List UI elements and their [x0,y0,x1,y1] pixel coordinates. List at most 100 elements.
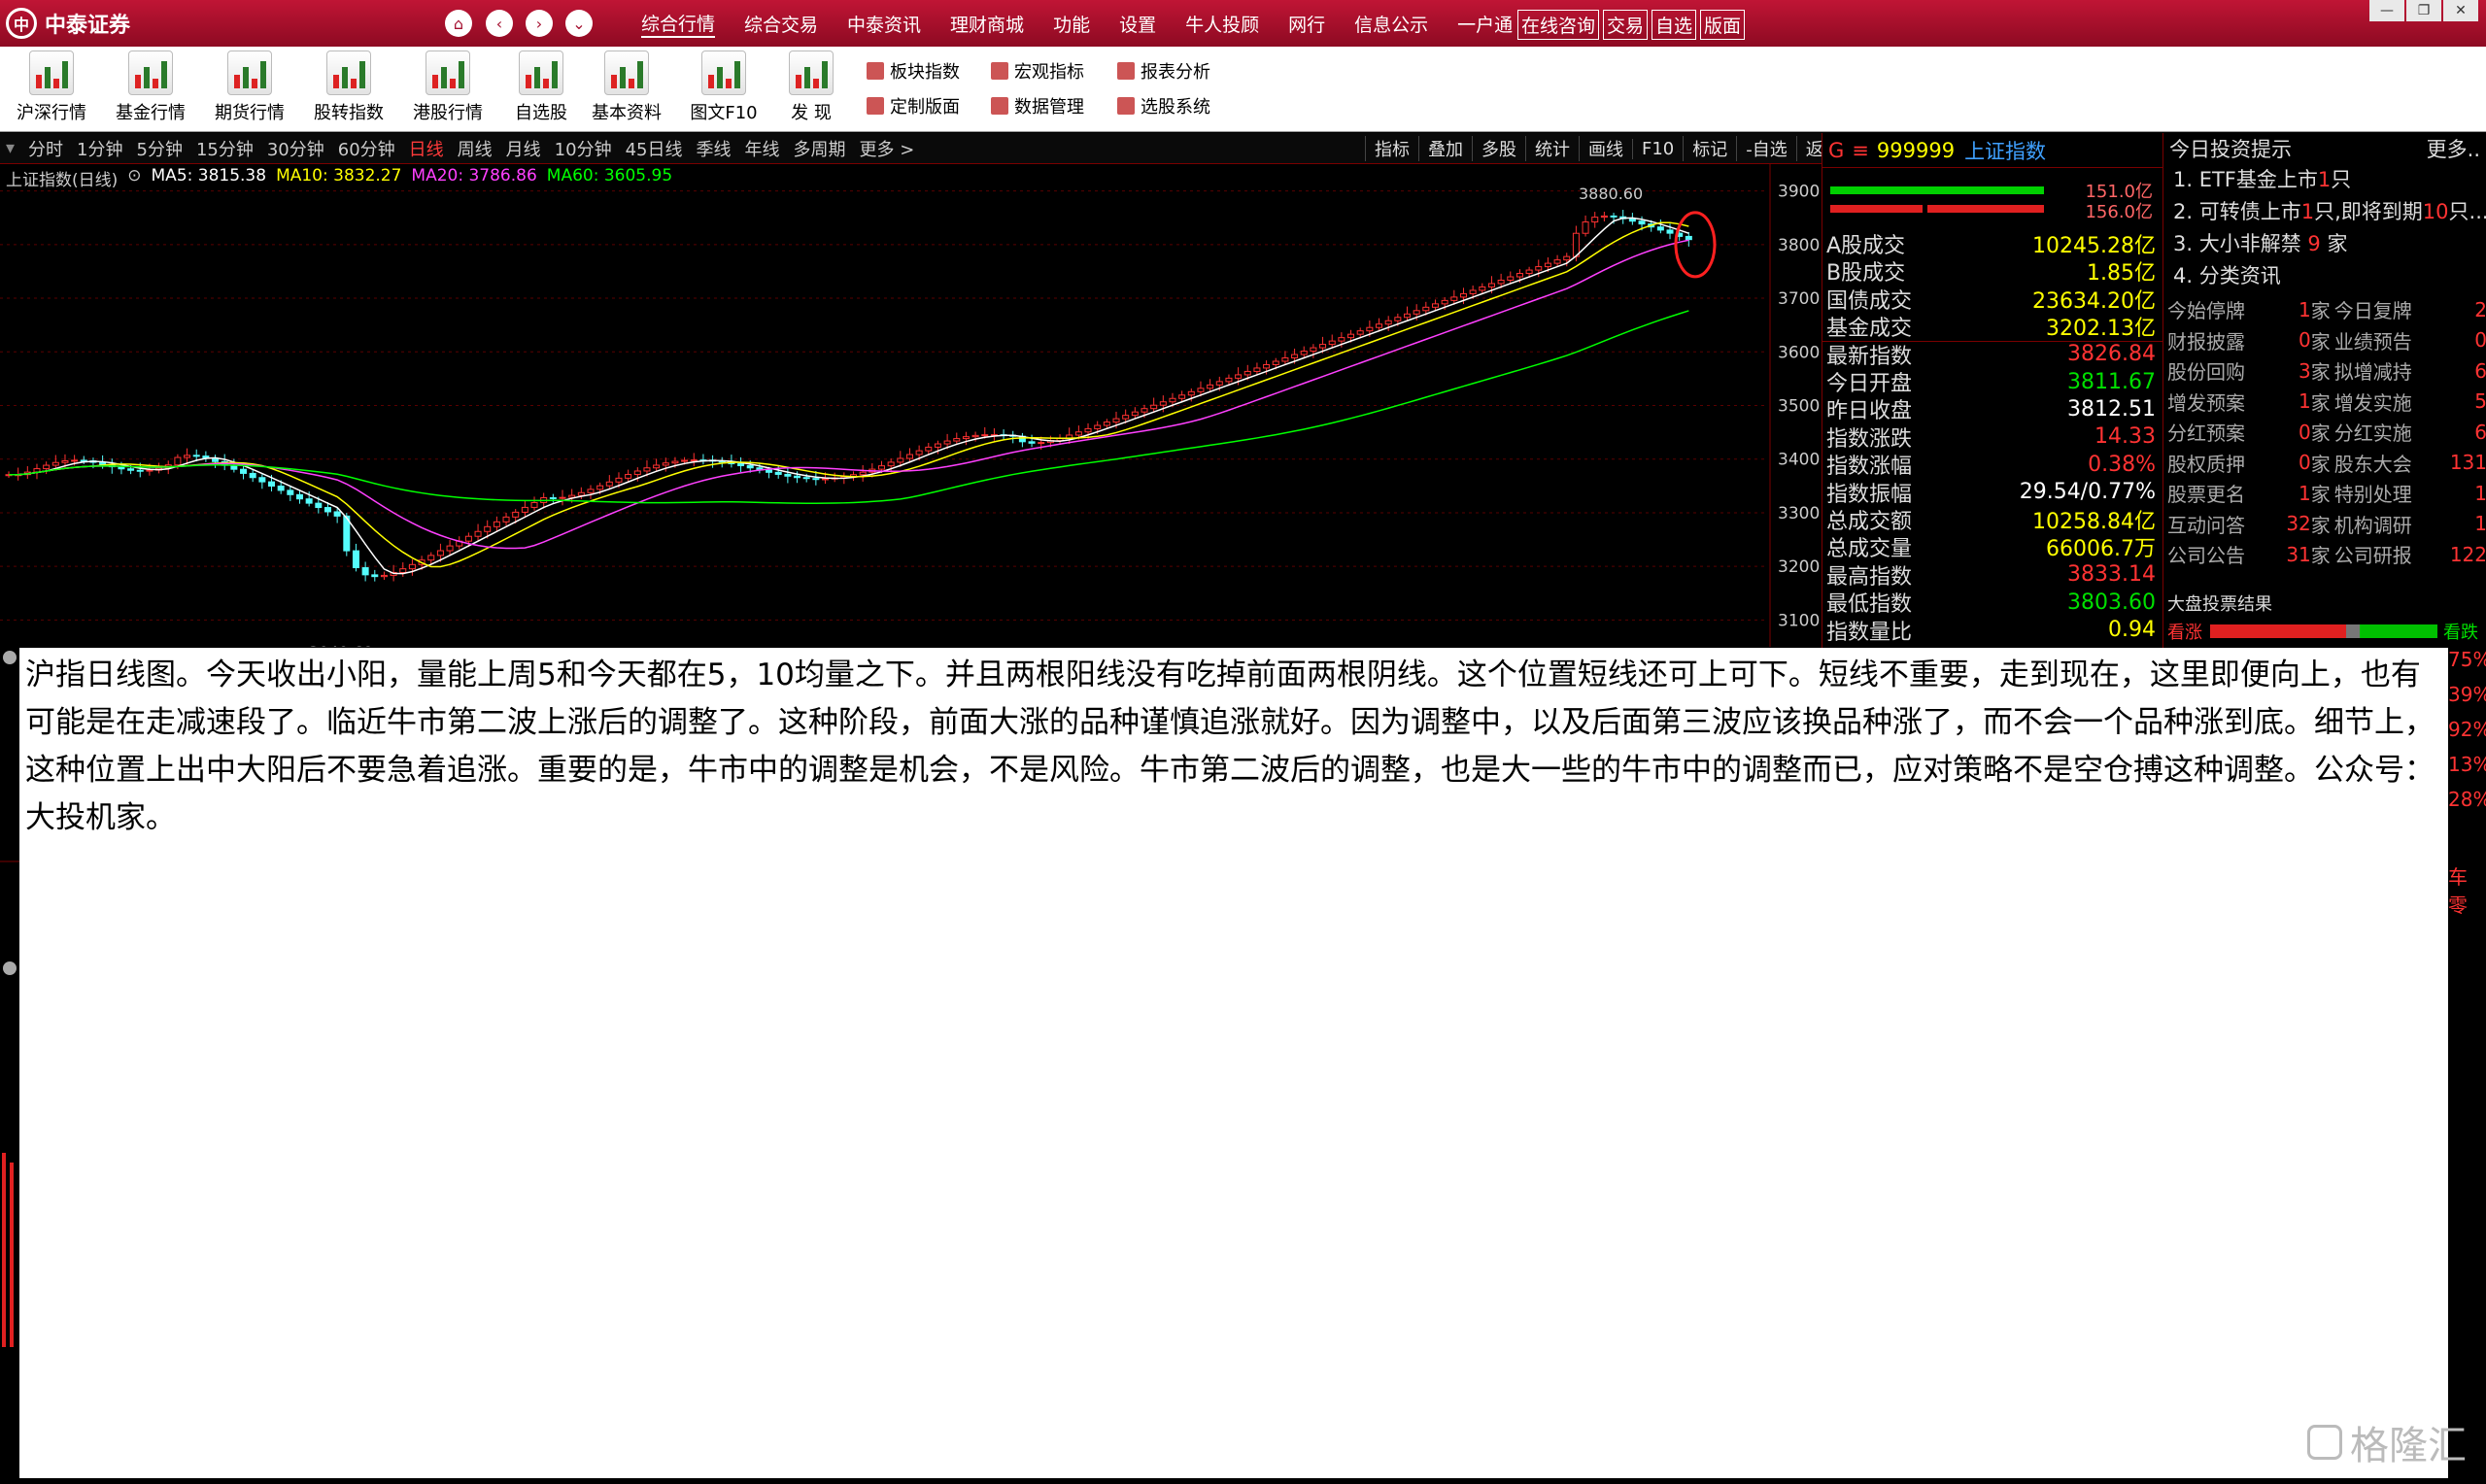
toolbar-item[interactable]: 自选股 [497,51,585,124]
quote-panel: G ≡ 999999 上证指数 151.0亿 156.0亿 A股成交10245.… [1822,133,2162,648]
toolbar-small-label: 定制版面 [890,93,960,118]
toolbar-chart-icon [701,51,746,95]
top-menu-item[interactable]: 综合行情 [641,10,715,38]
menu-icon[interactable]: ≡ [1852,139,1869,162]
quote-name: 上证指数 [1964,136,2046,165]
notice-row[interactable]: 公司公告31家公司研报122 [2163,539,2486,569]
period-tab[interactable]: 1分钟 [77,136,122,161]
toolbar-small-item[interactable]: 宏观指标 [991,58,1084,84]
toolbar-small-item[interactable]: 选股系统 [1117,93,1210,118]
period-tab[interactable]: 周线 [458,136,493,161]
notice-cell: 财报披露 [2163,326,2265,354]
notice-row[interactable]: 股权质押0家股东大会131 [2163,448,2486,478]
period-tab[interactable]: 更多 > [859,136,914,161]
notice-row[interactable]: 股份回购3家拟增减持6 [2163,355,2486,386]
period-tab[interactable]: 45日线 [626,136,683,161]
period-tab[interactable]: 15分钟 [196,136,254,161]
candle-body [175,457,181,465]
top-menu-item[interactable]: 理财商城 [950,11,1024,37]
toolbar-item[interactable]: 基本资料 [583,51,670,124]
home-icon[interactable]: ⌂ [445,10,472,37]
quick-button[interactable]: 在线咨询 [1517,10,1599,40]
toolbar-small-item[interactable]: 报表分析 [1117,58,1210,84]
toolbar-small-item[interactable]: 板块指数 [867,58,960,84]
news-item[interactable]: 2. 可转债上市1只,即将到期10只... [2163,196,2486,228]
toolbar-label: 自选股 [497,99,585,124]
notice-row[interactable]: 股票更名1家特别处理1 [2163,478,2486,508]
top-menu-item[interactable]: 一户通 [1457,11,1513,37]
candle-body [550,497,556,498]
news-text: 只,即将到期 [2314,200,2423,223]
notice-row[interactable]: 财报披露0家业绩预告0 [2163,325,2486,355]
top-menu-item[interactable]: 综合交易 [744,11,818,37]
quick-button[interactable]: 交易 [1603,10,1648,40]
period-tab[interactable]: 月线 [506,136,541,161]
quote-row-label: 最低指数 [1826,587,1912,618]
top-menu-item[interactable]: 设置 [1119,11,1156,37]
back-icon[interactable]: ‹ [486,10,513,37]
period-tab[interactable]: 日线 [409,136,444,161]
period-tab[interactable]: 5分钟 [137,136,183,161]
toolbar-item[interactable]: 发 现 [767,51,855,124]
settings-icon[interactable]: ⊙ [127,166,141,190]
notice-row[interactable]: 分红预案0家分红实施6 [2163,417,2486,447]
top-menu-item[interactable]: 网行 [1288,11,1325,37]
notice-cell: 家 [2311,540,2331,568]
chart-button[interactable]: F10 [1632,139,1683,159]
period-tab[interactable]: 年线 [744,136,779,161]
quick-button[interactable]: 版面 [1700,10,1745,40]
top-menu-item[interactable]: 功能 [1053,11,1090,37]
chart-button[interactable]: 标记 [1683,136,1736,161]
toolbar-small-item[interactable]: 数据管理 [991,93,1084,118]
notice-row[interactable]: 互动问答32家机构调研1 [2163,509,2486,539]
settings-icon[interactable] [3,961,17,975]
period-tab[interactable]: 分时 [28,136,63,161]
toolbar-item[interactable]: 沪深行情 [8,51,95,124]
minimize-icon[interactable]: — [2369,0,2404,21]
news-item[interactable]: 4. 分类资讯 [2163,260,2486,292]
quote-row-label: B股成交 [1826,255,1905,287]
notice-row[interactable]: 增发预案1家增发实施5 [2163,387,2486,417]
period-tab[interactable]: 10分钟 [555,136,612,161]
notice-cell: 1 [2432,512,2486,535]
quick-button[interactable]: 自选 [1652,10,1696,40]
news-item[interactable]: 3. 大小非解禁 9 家 [2163,228,2486,260]
period-tab[interactable]: 多周期 [793,136,845,161]
collapse-icon[interactable]: ▾ [6,138,15,158]
chart-button[interactable]: -自选 [1736,136,1796,161]
news-item[interactable]: 1. ETF基金上市1只 [2163,164,2486,196]
candle-body [626,475,631,479]
kline-chart[interactable]: 3900380037003600350034003300320031003880… [0,164,1822,647]
candle-body [306,499,312,503]
toolbar-item[interactable]: 图文F10 [680,51,767,124]
dropdown-icon[interactable]: ⌄ [565,10,593,37]
settings-icon[interactable] [3,651,17,664]
toolbar-small-item[interactable]: 定制版面 [867,93,960,118]
chart-button[interactable]: 多股 [1472,136,1525,161]
toolbar-item[interactable]: 港股行情 [404,51,492,124]
toolbar-item[interactable]: 股转指数 [305,51,392,124]
top-menu-item[interactable]: 牛人投顾 [1185,11,1259,37]
restore-icon[interactable]: ❐ [2406,0,2441,21]
chart-button[interactable]: 画线 [1579,136,1632,161]
close-icon[interactable]: ✕ [2443,0,2478,21]
chart-button[interactable]: 叠加 [1418,136,1472,161]
left-strip-svg [0,648,19,1480]
chart-button[interactable]: 指标 [1365,136,1418,161]
period-tab[interactable]: 30分钟 [267,136,324,161]
chart-button[interactable]: 统计 [1525,136,1579,161]
notice-row[interactable]: 今始停牌1家今日复牌2 [2163,294,2486,324]
candle-body [1601,216,1607,217]
candle-body [128,469,134,471]
period-tab[interactable]: 季线 [696,136,731,161]
candle-body [1639,221,1645,224]
toolbar-item[interactable]: 基金行情 [107,51,194,124]
toolbar-item[interactable]: 期货行情 [206,51,293,124]
more-link[interactable]: 更多.. [2427,134,2480,163]
toolbar-label: 港股行情 [404,99,492,124]
top-menu-item[interactable]: 中泰资讯 [847,11,921,37]
top-menu-item[interactable]: 信息公示 [1354,11,1428,37]
period-tab[interactable]: 60分钟 [338,136,395,161]
candle-body [1442,300,1447,303]
forward-icon[interactable]: › [526,10,553,37]
